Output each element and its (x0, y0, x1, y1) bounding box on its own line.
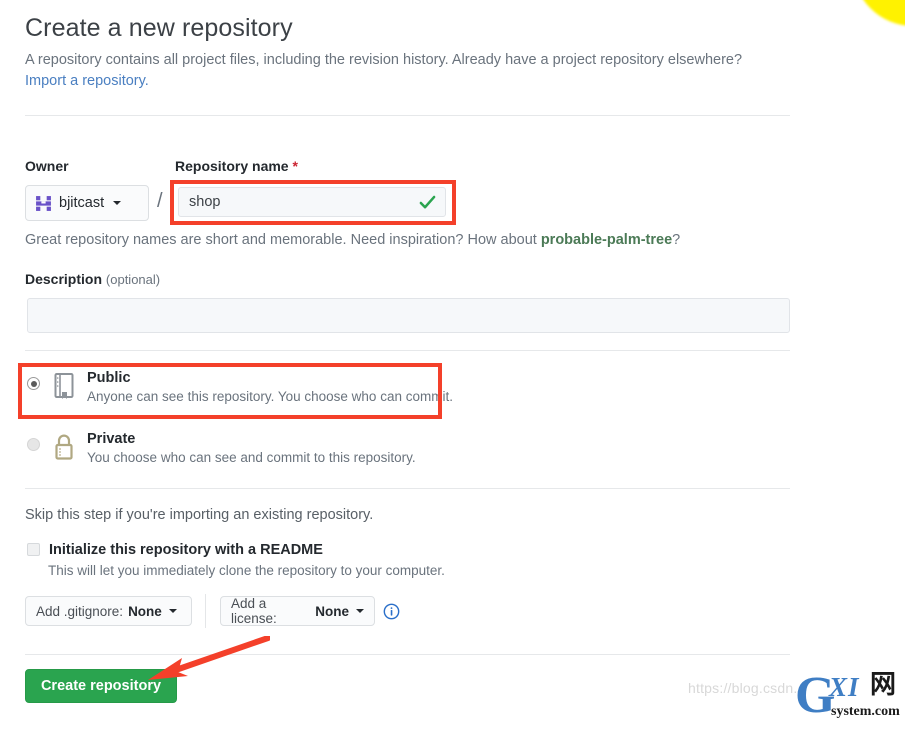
owner-name-value: bjitcast (59, 195, 105, 211)
description-optional-text: (optional) (105, 272, 161, 287)
readme-sublabel: This will let you immediately clone the … (48, 563, 445, 578)
visibility-private-title: Private (87, 431, 136, 447)
license-prefix: Add a license: (231, 596, 277, 626)
watermark-subtitle: system.com (831, 704, 900, 719)
create-repository-page: Create a new repository A repository con… (0, 0, 905, 732)
watermark-letters-xi: XI (829, 672, 860, 702)
page-header: Create a new repository A repository con… (25, 14, 791, 91)
repository-name-hint-suffix: ? (672, 232, 681, 248)
page-description-text: A repository contains all project files,… (25, 52, 743, 68)
description-label: Description (optional) (25, 271, 160, 287)
chevron-down-icon (113, 201, 122, 205)
identicon-avatar (36, 195, 51, 211)
repo-book-icon (54, 373, 74, 399)
divider-description (25, 350, 790, 351)
chevron-down-icon (168, 609, 177, 613)
skip-step-note: Skip this step if you're importing an ex… (25, 507, 374, 523)
visibility-private-text: Private You choose who can see and commi… (87, 430, 416, 468)
required-marker: * (292, 158, 298, 174)
owner-repo-separator: / (157, 190, 163, 212)
readme-checkbox[interactable] (27, 543, 40, 556)
owner-select-button[interactable]: bjitcast (25, 185, 149, 221)
license-dropdown-button[interactable]: Add a license: None (220, 596, 375, 626)
repository-name-label: Repository name * (175, 158, 298, 174)
visibility-private-description: You choose who can see and commit to thi… (87, 450, 416, 466)
import-repository-link[interactable]: Import a repository. (25, 73, 149, 89)
radio-private[interactable] (27, 438, 40, 451)
divider-visibility (25, 488, 790, 489)
gitignore-dropdown-button[interactable]: Add .gitignore: None (25, 596, 192, 626)
csdn-watermark: https://blog.csdn. (688, 680, 798, 696)
gxi-watermark-logo: G XI 网 system.com (795, 670, 903, 730)
owner-label: Owner (25, 158, 69, 174)
radio-public[interactable] (27, 377, 40, 390)
repository-name-value: shop (189, 194, 221, 210)
initialize-readme-row[interactable]: Initialize this repository with a README (27, 541, 323, 559)
page-title: Create a new repository (25, 14, 293, 42)
repository-name-hint-prefix: Great repository names are short and mem… (25, 232, 541, 248)
repository-name-suggestion: probable-palm-tree (540, 232, 673, 248)
description-input[interactable] (27, 298, 790, 333)
watermark-cjk-glyph: 网 (870, 670, 897, 700)
repository-name-label-text: Repository name (175, 158, 289, 174)
visibility-public-title: Public (87, 370, 131, 386)
gitignore-value: None (128, 603, 162, 619)
description-label-text: Description (25, 271, 103, 287)
visibility-public-text: Public Anyone can see this repository. Y… (87, 369, 453, 407)
dropdown-separator (205, 594, 206, 628)
lock-icon (55, 434, 73, 460)
page-description: A repository contains all project files,… (25, 50, 791, 91)
info-icon[interactable] (383, 603, 400, 620)
divider-header (25, 115, 790, 116)
readme-label: Initialize this repository with a README (49, 542, 323, 558)
repository-name-hint: Great repository names are short and mem… (25, 232, 680, 248)
corner-highlight-artifact (853, 0, 905, 26)
visibility-option-public[interactable]: Public Anyone can see this repository. Y… (27, 369, 453, 407)
visibility-option-private[interactable]: Private You choose who can see and commi… (27, 430, 416, 468)
repository-name-input[interactable]: shop (178, 187, 446, 217)
visibility-public-description: Anyone can see this repository. You choo… (87, 389, 453, 405)
divider-submit (25, 654, 790, 655)
check-icon (419, 195, 436, 209)
gitignore-prefix: Add .gitignore: (36, 603, 124, 619)
create-repository-button[interactable]: Create repository (25, 669, 177, 703)
chevron-down-icon (356, 609, 364, 613)
license-value: None (315, 603, 349, 619)
